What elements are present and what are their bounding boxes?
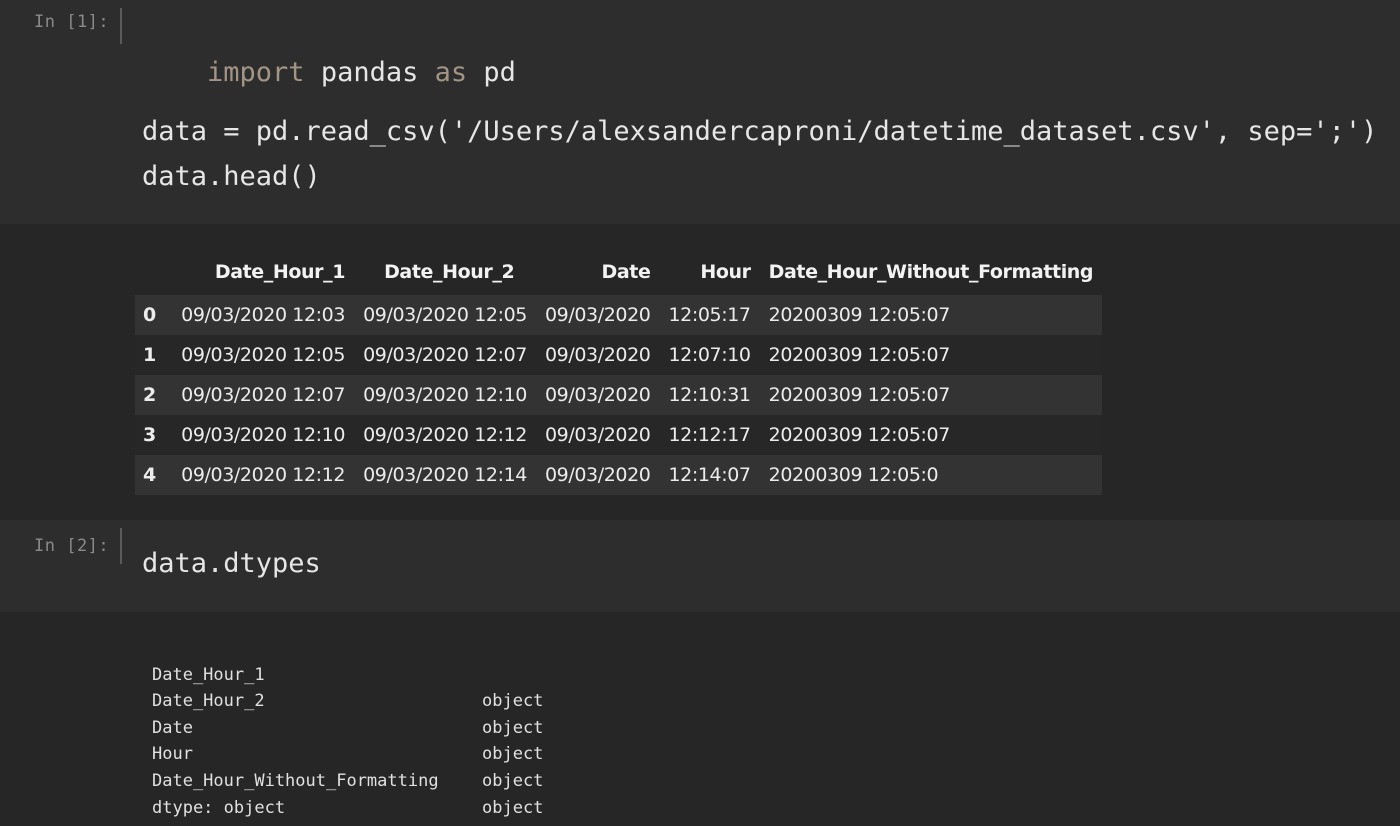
table-cell: 09/03/2020 12:05: [363, 304, 527, 326]
keyword-import: import: [207, 57, 305, 88]
module-name: pandas: [304, 57, 435, 88]
dtype-row: Date object: [152, 688, 543, 765]
table-row: 3 09/03/2020 12:10 09/03/2020 12:12 09/0…: [135, 415, 1103, 455]
table-cell: 12:14:07: [668, 464, 751, 486]
row-index: 2: [143, 384, 156, 406]
row-index: 0: [143, 304, 156, 326]
dtype-row: Hour object: [152, 715, 543, 791]
table-cell: 09/03/2020 12:12: [181, 464, 346, 486]
table-row: 1 09/03/2020 12:05 09/03/2020 12:07 09/0…: [135, 335, 1103, 375]
table-row: 4 09/03/2020 12:12 09/03/2020 12:14 09/0…: [135, 455, 1103, 495]
table-cell: 09/03/2020 12:07: [181, 384, 346, 406]
code-line-read-csv[interactable]: data = pd.read_csv('/Users/alexsandercap…: [142, 116, 1377, 147]
column-header: Date: [535, 249, 660, 295]
dtype-row: Date_Hour_2 object: [152, 662, 543, 738]
cell-gutter-bar: [120, 528, 122, 564]
dataframe-output: Date_Hour_1 Date_Hour_2 Date Hour Date_H…: [135, 249, 1103, 495]
code-cell-2[interactable]: In [2]: data.dtypes: [0, 520, 1400, 612]
code-line-import[interactable]: import pandas as pd: [142, 26, 516, 119]
table-cell: 20200309 12:05:07: [768, 424, 951, 446]
table-cell: 09/03/2020: [544, 344, 651, 366]
table-cell: 09/03/2020: [544, 424, 651, 446]
table-cell: 09/03/2020 12:10: [181, 424, 346, 446]
table-cell: 09/03/2020 12:14: [363, 464, 527, 486]
dtype-value: object: [482, 717, 544, 738]
row-index: 3: [143, 424, 156, 446]
table-cell: 09/03/2020 12:07: [363, 344, 527, 366]
dtype-value: object: [482, 797, 544, 818]
dtype-row: Date_Hour_1 object: [152, 635, 543, 712]
module-alias: pd: [467, 57, 516, 88]
dtype-summary: dtype: object: [152, 797, 286, 818]
code-line-head[interactable]: data.head(): [142, 161, 321, 192]
table-cell: 09/03/2020: [544, 464, 651, 486]
column-header: Hour: [659, 249, 760, 295]
dtype-value: object: [482, 691, 544, 712]
table-cell: 12:10:31: [668, 384, 751, 406]
table-cell: 09/03/2020 12:03: [181, 304, 346, 326]
table-cell: 20200309 12:05:0: [768, 464, 939, 486]
dataframe-table: Date_Hour_1 Date_Hour_2 Date Hour Date_H…: [135, 249, 1103, 495]
input-prompt: In [1]:: [34, 12, 110, 32]
dtype-value: object: [482, 770, 544, 791]
row-index: 4: [143, 464, 156, 486]
dtype-row: Date_Hour_Without_Formatting object: [152, 741, 543, 818]
column-header: Date_Hour_Without_Formatting: [759, 249, 1103, 295]
cell-gutter-bar: [120, 8, 122, 44]
code-cell-1[interactable]: In [1]: import pandas as pd data = pd.re…: [0, 0, 1400, 224]
table-cell: 20200309 12:05:07: [768, 384, 951, 406]
table-cell: 12:12:17: [668, 424, 751, 446]
table-cell: 12:07:10: [668, 344, 751, 366]
table-cell: 20200309 12:05:07: [768, 344, 951, 366]
keyword-as: as: [434, 57, 468, 88]
row-index: 1: [143, 344, 156, 366]
input-prompt: In [2]:: [34, 536, 110, 556]
dtype-value: object: [482, 744, 544, 765]
table-cell: 09/03/2020 12:10: [363, 384, 527, 406]
dtypes-output: Date_Hour_1 object Date_Hour_2 object Da…: [152, 635, 543, 818]
table-row: 2 09/03/2020 12:07 09/03/2020 12:10 09/0…: [135, 375, 1103, 415]
table-cell: 09/03/2020: [544, 384, 651, 406]
dtype-footer: dtype: object: [152, 768, 285, 818]
table-row: 0 09/03/2020 12:03 09/03/2020 12:05 09/0…: [135, 295, 1103, 335]
table-cell: 20200309 12:05:07: [768, 304, 951, 326]
code-line-dtypes[interactable]: data.dtypes: [142, 548, 321, 579]
column-header: Date_Hour_2: [354, 249, 536, 295]
table-header-row: Date_Hour_1 Date_Hour_2 Date Hour Date_H…: [135, 249, 1103, 295]
dtype-column-name: Date_Hour_Without_Formatting: [152, 770, 439, 791]
table-cell: 12:05:17: [668, 304, 751, 326]
table-cell: 09/03/2020 12:12: [363, 424, 527, 446]
table-cell: 09/03/2020 12:05: [181, 344, 346, 366]
column-header-index: [135, 249, 165, 295]
column-header: Date_Hour_1: [164, 249, 355, 295]
table-cell: 09/03/2020: [544, 304, 651, 326]
